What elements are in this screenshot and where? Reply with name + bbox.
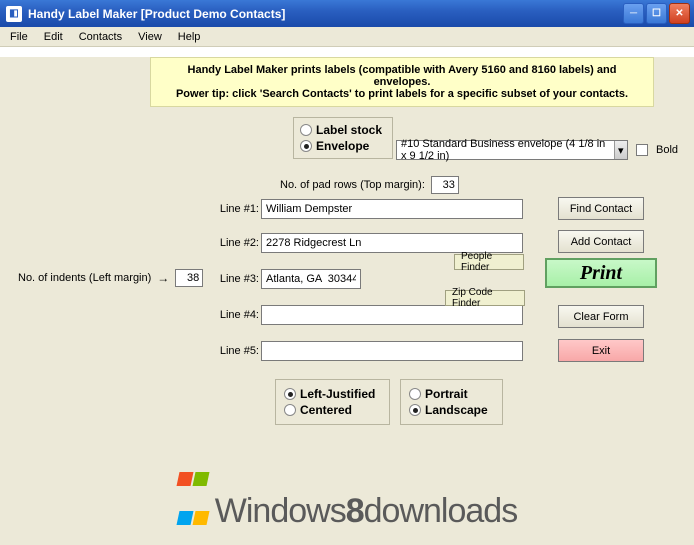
line5-label: Line #5:: [211, 345, 259, 357]
info-banner: Handy Label Maker prints labels (compati…: [150, 57, 654, 107]
line3-input[interactable]: [261, 269, 361, 289]
menu-help[interactable]: Help: [170, 29, 209, 45]
orientation-group: Portrait Landscape: [400, 379, 503, 425]
banner-line1: Handy Label Maker prints labels (compati…: [161, 64, 643, 88]
menu-contacts[interactable]: Contacts: [71, 29, 130, 45]
close-button[interactable]: ✕: [669, 3, 690, 24]
menubar: File Edit Contacts View Help: [0, 27, 694, 47]
find-contact-label: Find Contact: [570, 203, 632, 215]
bold-checkbox[interactable]: [636, 144, 648, 156]
zip-finder-button[interactable]: Zip Code Finder: [445, 290, 525, 306]
radio-centered[interactable]: Centered: [284, 403, 375, 417]
arrow-right-icon: →: [157, 271, 169, 285]
indents-input[interactable]: [175, 269, 203, 287]
people-finder-button[interactable]: People Finder: [454, 254, 524, 270]
radio-icon: [409, 388, 421, 400]
radio-left-text: Left-Justified: [300, 387, 375, 401]
print-label: Print: [580, 262, 622, 285]
line1-input[interactable]: [261, 199, 523, 219]
banner-line2: Power tip: click 'Search Contacts' to pr…: [161, 88, 643, 100]
menu-file[interactable]: File: [2, 29, 36, 45]
client-area: Handy Label Maker prints labels (compati…: [0, 57, 694, 545]
pad-rows-input[interactable]: [431, 176, 459, 194]
line4-label: Line #4:: [211, 309, 259, 321]
add-contact-label: Add Contact: [571, 236, 632, 248]
line2-row: Line #2:: [211, 233, 523, 253]
envelope-size-value: #10 Standard Business envelope (4 1/8 in…: [401, 138, 614, 162]
radio-envelope[interactable]: Envelope: [300, 139, 382, 153]
maximize-button[interactable]: ☐: [646, 3, 667, 24]
chevron-down-icon: ▾: [614, 141, 627, 159]
add-contact-button[interactable]: Add Contact: [558, 230, 644, 253]
radio-centered-text: Centered: [300, 403, 352, 417]
indents-label: No. of indents (Left margin): [18, 272, 151, 284]
radio-left-justified[interactable]: Left-Justified: [284, 387, 375, 401]
radio-icon: [284, 404, 296, 416]
radio-portrait[interactable]: Portrait: [409, 387, 488, 401]
watermark-suffix: downloads: [364, 492, 518, 530]
bold-label: Bold: [656, 144, 678, 156]
radio-label-stock[interactable]: Label stock: [300, 123, 382, 137]
envelope-row: #10 Standard Business envelope (4 1/8 in…: [396, 140, 678, 160]
window-title: Handy Label Maker [Product Demo Contacts…: [28, 7, 285, 21]
indents-row: No. of indents (Left margin) →: [18, 269, 203, 287]
stock-type-group: Label stock Envelope: [293, 117, 393, 159]
clear-form-button[interactable]: Clear Form: [558, 305, 644, 328]
justification-group: Left-Justified Centered: [275, 379, 390, 425]
windows-logo-icon: [177, 457, 209, 535]
app-icon: ◧: [6, 6, 22, 22]
zip-finder-label: Zip Code Finder: [452, 287, 518, 309]
watermark-eight: 8: [346, 492, 364, 530]
line1-label: Line #1:: [211, 203, 259, 215]
radio-icon: [300, 140, 312, 152]
people-finder-label: People Finder: [461, 251, 517, 273]
titlebar: ◧ Handy Label Maker [Product Demo Contac…: [0, 0, 694, 27]
radio-icon: [300, 124, 312, 136]
radio-envelope-text: Envelope: [316, 139, 369, 153]
line5-row: Line #5:: [211, 341, 523, 361]
find-contact-button[interactable]: Find Contact: [558, 197, 644, 220]
envelope-size-dropdown[interactable]: #10 Standard Business envelope (4 1/8 in…: [396, 140, 628, 160]
pad-rows-row: No. of pad rows (Top margin):: [280, 176, 459, 194]
window-controls: ─ ☐ ✕: [623, 3, 690, 24]
line1-row: Line #1:: [211, 199, 523, 219]
radio-icon: [409, 404, 421, 416]
menu-view[interactable]: View: [130, 29, 170, 45]
line3-row: Line #3:: [211, 269, 361, 289]
clear-form-label: Clear Form: [573, 311, 628, 323]
menu-edit[interactable]: Edit: [36, 29, 71, 45]
print-button[interactable]: Print: [545, 258, 657, 288]
radio-label-stock-text: Label stock: [316, 123, 382, 137]
radio-portrait-text: Portrait: [425, 387, 468, 401]
line5-input[interactable]: [261, 341, 523, 361]
watermark-logo: Windows8downloads: [0, 457, 694, 535]
exit-button[interactable]: Exit: [558, 339, 644, 362]
minimize-button[interactable]: ─: [623, 3, 644, 24]
line2-input[interactable]: [261, 233, 523, 253]
exit-label: Exit: [592, 345, 610, 357]
watermark-prefix: Windows: [215, 492, 346, 530]
radio-landscape[interactable]: Landscape: [409, 403, 488, 417]
line2-label: Line #2:: [211, 237, 259, 249]
radio-icon: [284, 388, 296, 400]
line3-label: Line #3:: [211, 273, 259, 285]
radio-landscape-text: Landscape: [425, 403, 488, 417]
pad-rows-label: No. of pad rows (Top margin):: [280, 179, 425, 191]
